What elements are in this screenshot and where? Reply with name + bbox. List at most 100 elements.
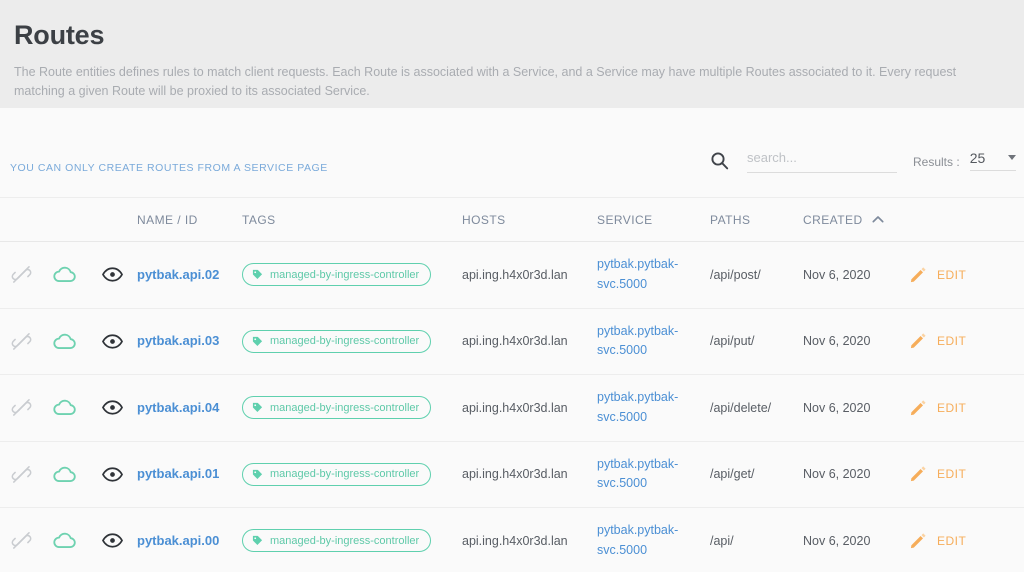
edit-button[interactable]: EDIT [909,532,1019,550]
tag-icon [252,535,263,546]
column-header-created-label: CREATED [803,212,863,227]
page-description: The Route entities defines rules to matc… [14,65,957,99]
cloud-icon[interactable] [42,398,87,417]
route-path: /api/post/ [710,267,761,282]
route-hosts-cell: api.ing.h4x0r3d.lan [462,399,597,418]
column-header-service[interactable]: SERVICE [597,213,710,227]
route-paths-cell: /api/put/ [710,332,803,351]
column-header-hosts[interactable]: HOSTS [462,213,597,227]
cloud-icon[interactable] [42,465,87,484]
route-actions-cell: EDIT [909,399,1019,417]
chevron-up-icon [872,215,884,224]
eye-icon[interactable] [87,533,137,548]
edit-label: EDIT [937,400,967,415]
create-route-note[interactable]: YOU CAN ONLY CREATE ROUTES FROM A SERVIC… [10,162,328,174]
route-name-link[interactable]: pytbak.api.02 [137,267,219,282]
route-service-cell: pytbak.pytbak-svc.5000 [597,388,710,427]
route-path: /api/put/ [710,334,755,348]
table-header-row: NAME / ID TAGS HOSTS SERVICE PATHS CREAT… [0,198,1024,242]
edit-button[interactable]: EDIT [909,399,1019,417]
column-header-name[interactable]: NAME / ID [137,213,242,227]
route-tags-cell: managed-by-ingress-controller [242,396,462,420]
column-header-created[interactable]: CREATED [803,213,909,227]
link-off-icon[interactable] [0,264,42,285]
route-host: api.ing.h4x0r3d.lan [462,267,568,282]
results-label: Results : [913,155,960,169]
tag-badge[interactable]: managed-by-ingress-controller [242,263,432,287]
route-name-cell: pytbak.api.03 [137,332,242,350]
tag-badge[interactable]: managed-by-ingress-controller [242,529,432,553]
link-off-icon[interactable] [0,331,42,352]
eye-icon[interactable] [87,467,137,482]
route-created-cell: Nov 6, 2020 [803,332,909,351]
edit-label: EDIT [937,467,967,482]
cloud-icon[interactable] [42,531,87,550]
edit-button[interactable]: EDIT [909,332,1019,350]
route-service-link[interactable]: pytbak.pytbak-svc.5000 [597,521,692,560]
route-service-cell: pytbak.pytbak-svc.5000 [597,521,710,560]
tag-badge[interactable]: managed-by-ingress-controller [242,329,432,353]
table-row[interactable]: pytbak.api.02 managed-by-ingress-control… [0,242,1024,309]
tag-label: managed-by-ingress-controller [270,468,420,481]
eye-icon[interactable] [87,334,137,349]
edit-button[interactable]: EDIT [909,465,1019,483]
routes-table: NAME / ID TAGS HOSTS SERVICE PATHS CREAT… [0,198,1024,572]
route-host: api.ing.h4x0r3d.lan [462,400,568,415]
route-hosts-cell: api.ing.h4x0r3d.lan [462,332,597,351]
tag-label: managed-by-ingress-controller [270,335,420,348]
route-created-date: Nov 6, 2020 [803,533,871,548]
route-actions-cell: EDIT [909,532,1019,550]
pencil-icon [909,465,927,483]
route-paths-cell: /api/get/ [710,465,803,484]
search-icon[interactable] [710,151,729,170]
column-header-tags[interactable]: TAGS [242,213,462,227]
route-service-link[interactable]: pytbak.pytbak-svc.5000 [597,388,692,427]
route-name-link[interactable]: pytbak.api.03 [137,333,219,348]
eye-icon[interactable] [87,400,137,415]
route-name-cell: pytbak.api.01 [137,465,242,483]
table-body: pytbak.api.02 managed-by-ingress-control… [0,242,1024,572]
route-created-date: Nov 6, 2020 [803,400,871,415]
route-name-link[interactable]: pytbak.api.04 [137,400,219,415]
tag-label: managed-by-ingress-controller [270,534,420,547]
tag-label: managed-by-ingress-controller [270,401,420,414]
table-row[interactable]: pytbak.api.03 managed-by-ingress-control… [0,309,1024,375]
cloud-icon[interactable] [42,332,87,351]
pencil-icon [909,532,927,550]
tag-badge[interactable]: managed-by-ingress-controller [242,396,432,420]
route-name-link[interactable]: pytbak.api.01 [137,466,219,481]
route-created-cell: Nov 6, 2020 [803,266,909,285]
tag-label: managed-by-ingress-controller [270,268,420,281]
link-off-icon[interactable] [0,464,42,485]
route-name-link[interactable]: pytbak.api.00 [137,533,219,548]
route-hosts-cell: api.ing.h4x0r3d.lan [462,532,597,551]
route-service-cell: pytbak.pytbak-svc.5000 [597,255,710,294]
route-service-link[interactable]: pytbak.pytbak-svc.5000 [597,255,692,294]
route-service-cell: pytbak.pytbak-svc.5000 [597,455,710,494]
route-service-cell: pytbak.pytbak-svc.5000 [597,322,710,361]
route-created-cell: Nov 6, 2020 [803,532,909,551]
pencil-icon [909,266,927,284]
table-row[interactable]: pytbak.api.01 managed-by-ingress-control… [0,442,1024,508]
route-tags-cell: managed-by-ingress-controller [242,462,462,486]
tag-icon [252,336,263,347]
route-tags-cell: managed-by-ingress-controller [242,529,462,553]
column-header-paths[interactable]: PATHS [710,213,803,227]
results-select[interactable]: 25 [969,150,1016,171]
route-service-link[interactable]: pytbak.pytbak-svc.5000 [597,455,692,494]
search-area [710,148,897,173]
route-paths-cell: /api/post/ [710,266,803,285]
route-created-cell: Nov 6, 2020 [803,399,909,418]
route-actions-cell: EDIT [909,266,1019,284]
link-off-icon[interactable] [0,397,42,418]
route-tags-cell: managed-by-ingress-controller [242,329,462,353]
link-off-icon[interactable] [0,530,42,551]
cloud-icon[interactable] [42,265,87,284]
table-row[interactable]: pytbak.api.04 managed-by-ingress-control… [0,375,1024,442]
table-row[interactable]: pytbak.api.00 managed-by-ingress-control… [0,508,1024,572]
eye-icon[interactable] [87,267,137,282]
edit-button[interactable]: EDIT [909,266,1019,284]
search-input[interactable] [747,148,897,173]
route-service-link[interactable]: pytbak.pytbak-svc.5000 [597,322,692,361]
tag-badge[interactable]: managed-by-ingress-controller [242,462,432,486]
